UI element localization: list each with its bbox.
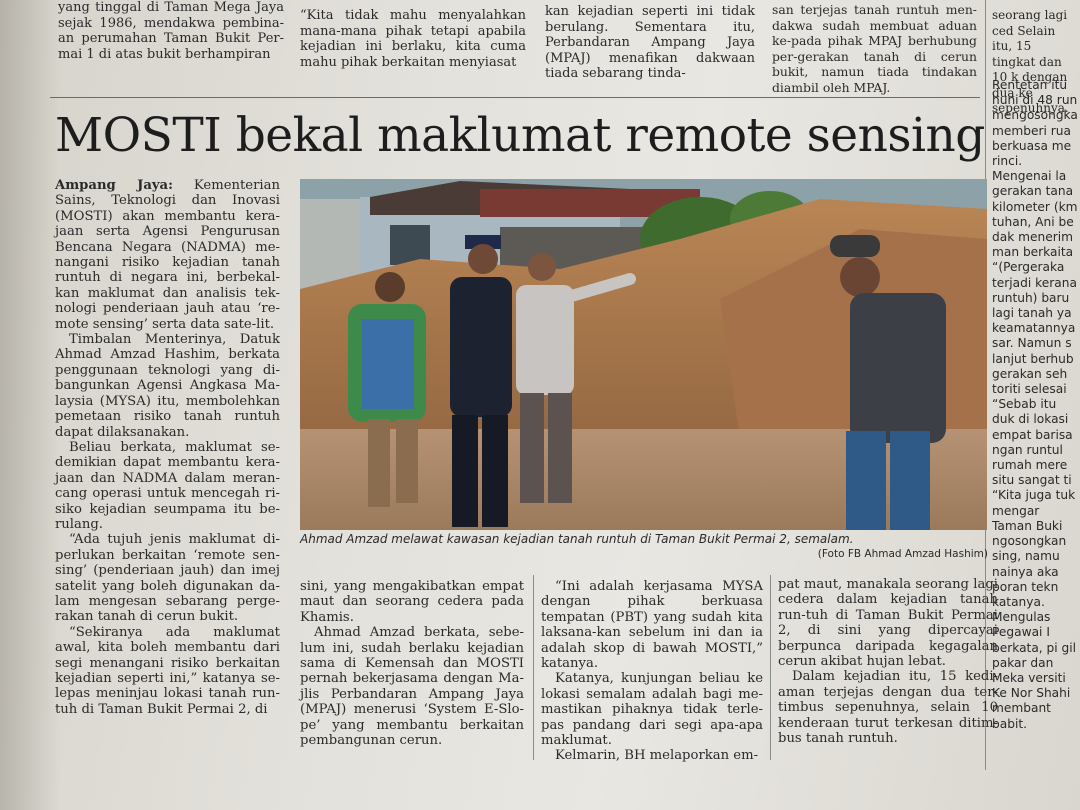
newspaper-page: yang tinggal di Taman Mega Jaya sejak 19… [0,0,1080,810]
landslide-scene-image [300,179,987,530]
article-col-2: sini, yang mengakibatkan empat maut dan … [300,579,524,748]
paragraph: Dalam kejadian itu, 15 kedi-aman terjeja… [778,669,998,747]
photo-caption: Ahmad Amzad melawat kawasan kejadian tan… [300,532,854,546]
dateline: Ampang Jaya: [55,178,173,193]
section-divider [50,97,980,98]
side-col: Rentetan itu huni di 48 run mengosongka … [992,78,1078,731]
top-col-4: san terjejas tanah runtuh men-dakwa suda… [772,2,977,95]
article-col-3: “Ini adalah kerjasama MYSA dengan pihak … [541,579,763,764]
article-headline: MOSTI bekal maklumat remote sensing [55,108,985,163]
paragraph: sini, yang mengakibatkan empat maut dan … [300,579,524,625]
paragraph: “Sekiranya ada maklumat awal, kita boleh… [55,624,280,717]
paragraph: pat maut, manakala seorang lagi cedera d… [778,577,998,670]
paragraph: Beliau berkata, maklumat se-demikian dap… [55,439,280,532]
column-rule [533,575,534,760]
top-col-3: kan kejadian seperti ini tidak berulang.… [545,4,755,81]
paragraph: Katanya, kunjungan beliau ke lokasi sema… [541,671,763,749]
page-shadow [0,0,60,810]
top-col-2: “Kita tidak mahu menyalahkan mana-mana p… [300,8,526,70]
paragraph: “Ada tujuh jenis maklumat di-perlukan be… [55,532,280,625]
top-col-1: yang tinggal di Taman Mega Jaya sejak 19… [58,0,284,62]
article-col-1: Ampang Jaya: Kementerian Sains, Teknolog… [55,178,280,717]
paragraph: Timbalan Menterinya, Datuk Ahmad Amzad H… [55,332,280,440]
paragraph: Kementerian Sains, Teknologi dan Inovasi… [55,178,280,332]
article-col-4: pat maut, manakala seorang lagi cedera d… [778,577,998,746]
column-rule [770,575,771,760]
paragraph: Ahmad Amzad berkata, sebe-lum ini, sudah… [300,625,524,749]
paragraph: Kelmarin, BH melaporkan em- [555,748,759,764]
news-photo [300,179,987,530]
paragraph: “Ini adalah kerjasama MYSA dengan pihak … [541,579,763,672]
photo-credit: (Foto FB Ahmad Amzad Hashim) [817,548,988,560]
